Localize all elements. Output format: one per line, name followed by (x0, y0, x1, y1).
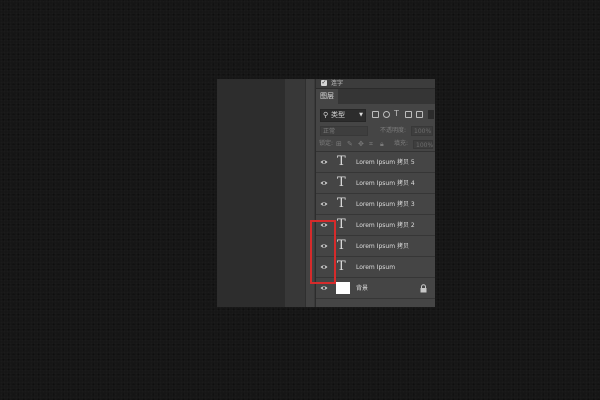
layer-row[interactable]: T Lorem Ipsum 拷贝 3 (316, 194, 435, 215)
eye-icon[interactable] (320, 200, 328, 208)
tab-layers[interactable]: 图层 (316, 89, 338, 104)
layer-name[interactable]: Lorem Ipsum 拷贝 (356, 236, 409, 257)
opacity-label: 不透明度: (380, 127, 407, 134)
ligature-label: 连字 (331, 80, 344, 87)
shape-filter-icon[interactable] (405, 111, 412, 118)
adjustment-filter-icon[interactable] (383, 111, 390, 118)
opacity-field[interactable]: 100% (411, 126, 433, 136)
filter-kind-select[interactable]: ⚲ 类型 ▼ (320, 109, 366, 122)
eye-icon[interactable] (320, 284, 328, 292)
panel-tab-row: 图层 (316, 89, 435, 104)
text-layer-thumbnail: T (337, 259, 346, 274)
lock-all-icon[interactable]: 🔒︎ (380, 138, 384, 150)
character-options-strip: ✓ 连字 (316, 79, 435, 89)
layer-row[interactable]: T Lorem Ipsum 拷贝 5 (316, 152, 435, 173)
background-layer-thumbnail (336, 282, 350, 294)
canvas-area[interactable] (217, 79, 285, 307)
blend-row: 正常 不透明度: 100% (316, 124, 435, 138)
layer-name[interactable]: 背景 (356, 278, 368, 299)
text-layer-thumbnail: T (337, 238, 346, 253)
lock-label: 锁定: (319, 140, 334, 147)
eye-icon[interactable] (320, 158, 328, 166)
type-filter-icon[interactable]: T (394, 110, 401, 118)
eye-icon[interactable] (320, 179, 328, 187)
filter-toggle-switch[interactable] (428, 110, 434, 119)
layer-filter-row: ⚲ 类型 ▼ T (316, 106, 435, 124)
lock-artboard-icon[interactable]: ⌗ (369, 138, 373, 150)
lock-image-icon[interactable]: ✎ (347, 138, 353, 150)
fill-label: 填充: (394, 140, 409, 147)
visibility-highlight-box (310, 220, 336, 284)
lock-icon[interactable] (419, 284, 428, 293)
layer-row[interactable]: T Lorem Ipsum 拷贝 4 (316, 173, 435, 194)
blend-mode-select[interactable]: 正常 (320, 126, 368, 136)
layer-name[interactable]: Lorem Ipsum 拷贝 3 (356, 194, 415, 215)
filter-kind-label: 类型 (331, 111, 345, 119)
lock-row: 锁定: ⊞ ✎ ✥ ⌗ 🔒︎ 填充: 100% (316, 138, 435, 152)
layer-name[interactable]: Lorem Ipsum 拷贝 4 (356, 173, 415, 194)
ligature-checkbox[interactable]: ✓ (321, 80, 327, 86)
layer-name[interactable]: Lorem Ipsum (356, 257, 395, 278)
image-filter-icon[interactable] (372, 111, 379, 118)
smart-object-filter-icon[interactable] (416, 111, 423, 118)
layer-name[interactable]: Lorem Ipsum 拷贝 2 (356, 215, 415, 236)
lock-position-icon[interactable]: ✥ (358, 138, 364, 150)
lock-transparent-icon[interactable]: ⊞ (336, 138, 342, 150)
search-icon: ⚲ (323, 111, 329, 119)
fill-field[interactable]: 100% (413, 140, 433, 149)
text-layer-thumbnail: T (337, 175, 346, 190)
text-layer-thumbnail: T (337, 196, 346, 211)
text-layer-thumbnail: T (337, 154, 346, 169)
layer-name[interactable]: Lorem Ipsum 拷贝 5 (356, 152, 415, 173)
text-layer-thumbnail: T (337, 217, 346, 232)
chevron-down-icon: ▼ (359, 112, 363, 118)
